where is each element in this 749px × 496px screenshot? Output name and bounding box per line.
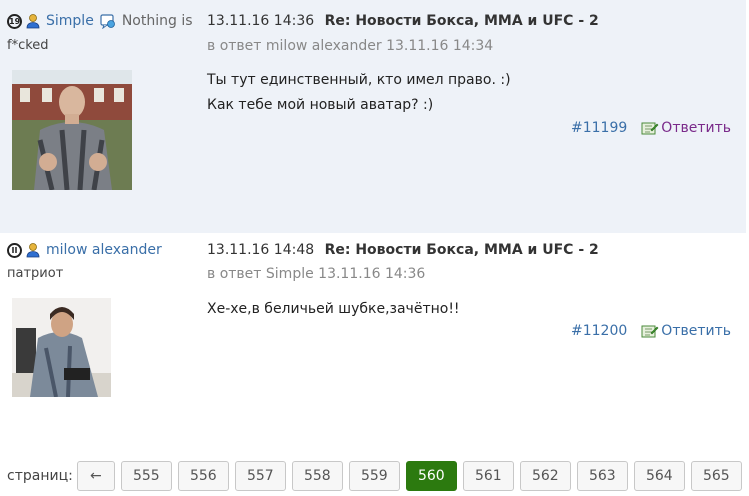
user-status-text: Nothing is (121, 13, 193, 29)
in-reply-datetime: 13.11.16 14:36 (318, 266, 426, 282)
page-560-current[interactable]: 560 (405, 461, 457, 491)
page-559[interactable]: 559 (348, 461, 400, 491)
post-body-line: Ты тут единственный, кто имел право. :) (207, 72, 511, 88)
pagination: страниц: ← 555 556 557 558 559 560 561 5… (7, 461, 748, 491)
in-reply-to: в ответ milow alexander 13.11.16 14:34 (207, 38, 493, 54)
in-reply-user-link[interactable]: milow alexander (266, 38, 382, 54)
post-datetime: 13.11.16 14:36 (207, 13, 315, 29)
in-reply-prefix: в ответ (207, 38, 262, 54)
post-number-link[interactable]: #11200 (571, 323, 627, 339)
author-link[interactable]: milow alexander (46, 242, 162, 258)
user-online-icon (25, 13, 41, 29)
post-body: Хе-хе,в беличьей шубке,зачётно!! (207, 297, 460, 322)
author-link[interactable]: Simple (46, 13, 94, 29)
page-558[interactable]: 558 (291, 461, 343, 491)
in-reply-datetime: 13.11.16 14:34 (386, 38, 494, 54)
page-557[interactable]: 557 (234, 461, 286, 491)
post-subject: Re: Новости Бокса, MMA и UFC - 2 (324, 242, 599, 258)
reply-icon (641, 120, 659, 136)
post-author-line: II milow alexander (7, 242, 168, 258)
post-author-line: 19 Simple Nothing is (7, 13, 193, 29)
post-body-line: Хе-хе,в беличьей шубке,зачётно!! (207, 301, 460, 317)
reply-icon (641, 323, 659, 339)
post-meta: 13.11.16 14:48 Re: Новости Бокса, MMA и … (207, 242, 599, 258)
post-meta: 13.11.16 14:36 Re: Новости Бокса, MMA и … (207, 13, 599, 29)
post-datetime: 13.11.16 14:48 (207, 242, 315, 258)
post-body: Ты тут единственный, кто имел право. :) … (207, 68, 511, 118)
user-online-icon (25, 242, 41, 258)
reply-label: Ответить (661, 120, 731, 136)
pagination-label: страниц: (7, 468, 73, 484)
user-title: f*cked (7, 38, 49, 53)
prev-page-button[interactable]: ← (76, 461, 115, 491)
rank-badge-icon: 19 (7, 13, 22, 29)
page-561[interactable]: 561 (462, 461, 514, 491)
user-title: патриот (7, 266, 64, 281)
reply-button[interactable]: Ответить (641, 120, 731, 136)
page-564[interactable]: 564 (633, 461, 685, 491)
post-subject: Re: Новости Бокса, MMA и UFC - 2 (324, 13, 599, 29)
post-actions: #11199 Ответить (571, 120, 731, 136)
rank-badge-icon: II (7, 242, 22, 258)
post-actions: #11200 Ответить (571, 323, 731, 339)
post-number-link[interactable]: #11199 (571, 120, 627, 136)
page-562[interactable]: 562 (519, 461, 571, 491)
in-reply-to: в ответ Simple 13.11.16 14:36 (207, 266, 425, 282)
in-reply-prefix: в ответ (207, 266, 262, 282)
in-reply-user-link[interactable]: Simple (266, 266, 314, 282)
page-556[interactable]: 556 (177, 461, 229, 491)
page-555[interactable]: 555 (120, 461, 172, 491)
page-563[interactable]: 563 (576, 461, 628, 491)
status-icon (100, 13, 116, 29)
avatar[interactable] (12, 298, 111, 398)
reply-label: Ответить (661, 323, 731, 339)
avatar[interactable] (12, 70, 132, 191)
reply-button[interactable]: Ответить (641, 323, 731, 339)
post-body-line: Как тебе мой новый аватар? :) (207, 97, 434, 113)
page-565[interactable]: 565 (690, 461, 742, 491)
